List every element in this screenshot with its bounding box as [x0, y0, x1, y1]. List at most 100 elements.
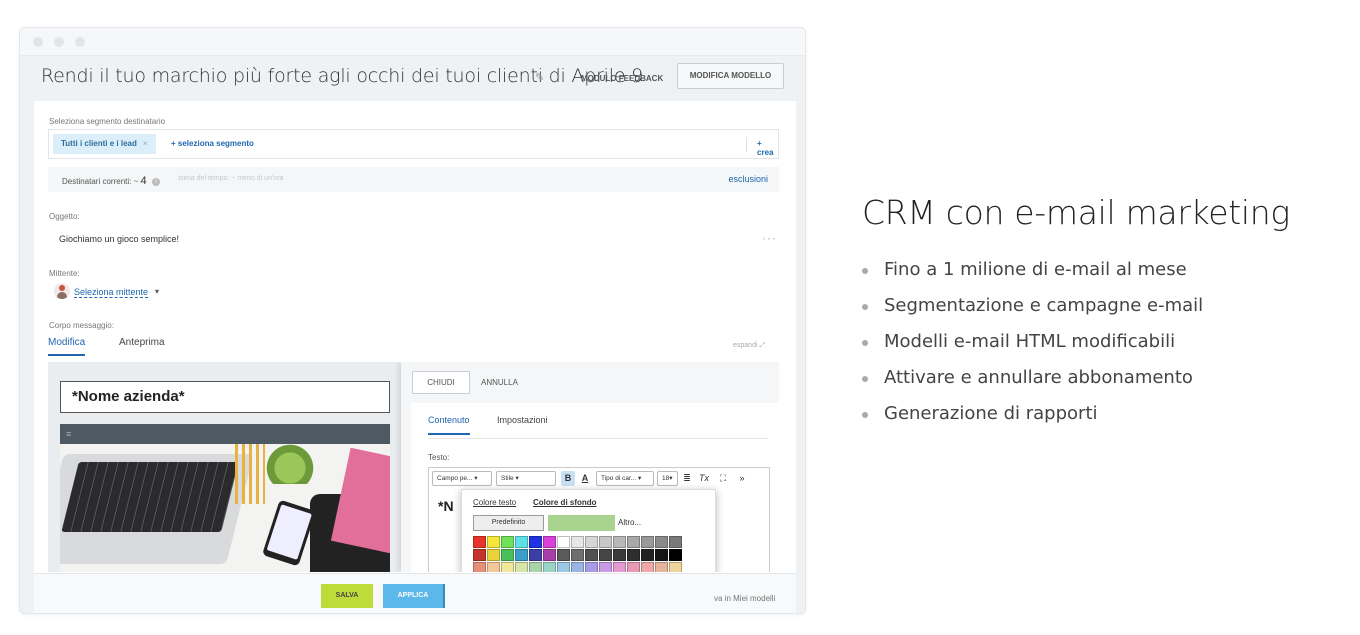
divider: [746, 137, 747, 152]
color-swatch[interactable]: [571, 562, 584, 572]
save-button[interactable]: SALVA: [321, 584, 373, 608]
color-swatch[interactable]: [529, 536, 542, 548]
cancel-button[interactable]: ANNULLA: [481, 371, 518, 394]
color-swatch[interactable]: [641, 549, 654, 561]
edit-title-icon[interactable]: ✎: [535, 71, 544, 84]
color-swatch[interactable]: [473, 549, 486, 561]
color-swatch[interactable]: [543, 536, 556, 548]
rich-text-editor[interactable]: Campo pe... ▾ Stile ▾ B A Tipo di car...…: [428, 467, 770, 572]
chevron-down-icon[interactable]: ▾: [155, 287, 159, 296]
text-color-button[interactable]: A: [578, 471, 592, 486]
color-swatch[interactable]: [501, 562, 514, 572]
color-swatch[interactable]: [627, 549, 640, 561]
color-swatch[interactable]: [501, 549, 514, 561]
tab-contenuto[interactable]: Contenuto: [428, 415, 470, 435]
color-swatch[interactable]: [669, 536, 682, 548]
color-swatch[interactable]: [473, 536, 486, 548]
color-swatch[interactable]: [655, 536, 668, 548]
select-sender-link[interactable]: Seleziona mittente: [74, 287, 149, 298]
color-swatch[interactable]: [557, 562, 570, 572]
default-color-button[interactable]: Predefinito: [473, 515, 544, 531]
more-colors-link[interactable]: Altro...: [618, 518, 641, 527]
bold-button[interactable]: B: [561, 471, 575, 486]
tab-impostazioni[interactable]: Impostazioni: [497, 415, 548, 425]
font-select[interactable]: Tipo di car... ▾: [596, 471, 654, 486]
color-swatch[interactable]: [585, 562, 598, 572]
edit-template-button[interactable]: MODIFICA MODELLO: [677, 63, 784, 89]
select-segment-link[interactable]: + seleziona segmento: [171, 139, 254, 148]
align-icon[interactable]: ≣: [680, 471, 694, 486]
color-swatch[interactable]: [599, 536, 612, 548]
font-select-label: Tipo di car...: [601, 475, 637, 482]
color-swatch[interactable]: [515, 549, 528, 561]
color-swatch[interactable]: [487, 536, 500, 548]
segment-chip-label: Tutti i clienti e i lead: [61, 139, 137, 148]
remove-chip-icon[interactable]: ×: [143, 139, 148, 148]
subject-label: Oggetto:: [49, 212, 80, 221]
close-button[interactable]: CHIUDI: [412, 371, 470, 394]
color-swatch[interactable]: [669, 562, 682, 572]
phone-shape: [261, 499, 317, 567]
editor-text[interactable]: *N: [438, 498, 454, 514]
segment-chip[interactable]: Tutti i clienti e i lead ×: [53, 134, 156, 154]
color-swatch[interactable]: [515, 562, 528, 572]
color-swatch[interactable]: [585, 536, 598, 548]
color-swatch[interactable]: [641, 536, 654, 548]
color-swatch[interactable]: [655, 549, 668, 561]
create-segment-link[interactable]: + crea: [757, 139, 778, 157]
color-swatch[interactable]: [669, 549, 682, 561]
color-swatch[interactable]: [487, 549, 500, 561]
more-tools-icon[interactable]: »: [735, 471, 749, 486]
color-swatch[interactable]: [557, 536, 570, 548]
window-minimize-dot[interactable]: [54, 37, 64, 47]
exclusions-link[interactable]: esclusioni: [728, 174, 768, 184]
color-swatch[interactable]: [613, 562, 626, 572]
color-swatch[interactable]: [641, 562, 654, 572]
color-swatch[interactable]: [613, 549, 626, 561]
color-picker: Colore testo Colore di sfondo Predefinit…: [461, 489, 716, 572]
color-swatch[interactable]: [529, 549, 542, 561]
color-swatch[interactable]: [599, 562, 612, 572]
subject-field[interactable]: Giochiamo un gioco semplice!: [59, 234, 179, 244]
menu-icon[interactable]: ≡: [60, 424, 390, 444]
window-maximize-dot[interactable]: [75, 37, 85, 47]
color-swatch[interactable]: [473, 562, 486, 572]
color-swatch[interactable]: [613, 536, 626, 548]
color-swatch[interactable]: [501, 536, 514, 548]
segment-selector[interactable]: Tutti i clienti e i lead × + seleziona se…: [48, 129, 779, 159]
color-swatch[interactable]: [529, 562, 542, 572]
apply-dropdown-button[interactable]: [443, 584, 445, 608]
color-swatch[interactable]: [655, 562, 668, 572]
apply-button[interactable]: APPLICA: [383, 584, 443, 608]
color-swatch[interactable]: [515, 536, 528, 548]
color-swatch[interactable]: [571, 549, 584, 561]
field-select[interactable]: Campo pe... ▾: [432, 471, 492, 486]
tab-modifica[interactable]: Modifica: [48, 337, 86, 356]
feedback-form-button[interactable]: MODULO FEEDBACK: [571, 68, 673, 90]
color-swatch[interactable]: [571, 536, 584, 548]
text-color-tab[interactable]: Colore testo: [473, 498, 516, 507]
hero-image[interactable]: [60, 444, 390, 572]
subject-more-icon[interactable]: ···: [762, 231, 777, 245]
recipients-count: 4: [140, 175, 147, 187]
color-swatch[interactable]: [543, 562, 556, 572]
background-color-tab[interactable]: Colore di sfondo: [533, 498, 597, 507]
company-name-block[interactable]: *Nome azienda*: [60, 381, 390, 413]
tab-anteprima[interactable]: Anteprima: [119, 337, 165, 348]
color-swatch[interactable]: [487, 562, 500, 572]
color-swatch[interactable]: [543, 549, 556, 561]
current-color-swatch: [548, 515, 615, 531]
color-swatch-row: [473, 549, 706, 561]
clear-format-icon[interactable]: Tx: [697, 471, 711, 486]
info-icon[interactable]: i: [151, 177, 160, 186]
color-swatch[interactable]: [627, 536, 640, 548]
expand-link[interactable]: espandi ⤢: [733, 342, 765, 350]
color-swatch[interactable]: [585, 549, 598, 561]
window-close-dot[interactable]: [33, 37, 43, 47]
fullscreen-icon[interactable]: ⛶: [716, 471, 730, 486]
font-size-select[interactable]: 18▾: [657, 471, 678, 486]
color-swatch[interactable]: [599, 549, 612, 561]
style-select[interactable]: Stile ▾: [496, 471, 556, 486]
color-swatch[interactable]: [557, 549, 570, 561]
color-swatch[interactable]: [627, 562, 640, 572]
